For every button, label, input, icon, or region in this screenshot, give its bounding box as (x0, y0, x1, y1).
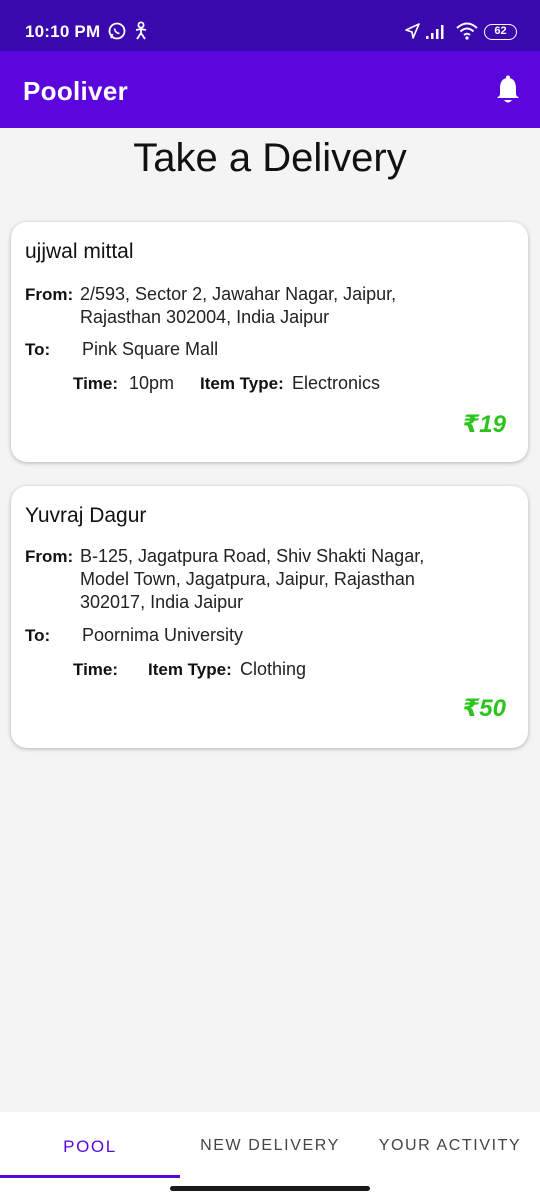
sender-name: Yuvraj Dagur (25, 504, 147, 527)
item-type-value: Electronics (292, 373, 381, 393)
sender-name: ujjwal mittal (25, 240, 134, 263)
tab-pool[interactable]: POOL (0, 1137, 180, 1157)
home-gesture-handle[interactable] (170, 1186, 370, 1191)
to-label: To: (25, 626, 51, 645)
wifi-icon (455, 20, 479, 42)
price: ₹50 (462, 695, 506, 722)
delivery-card[interactable]: ujjwal mittal From: 2/593, Sector 2, Jaw… (11, 222, 528, 462)
from-address-line: 2/593, Sector 2, Jawahar Nagar, Jaipur, (80, 284, 397, 304)
time-value: 10pm (129, 373, 175, 393)
item-type-value: Clothing (240, 659, 307, 679)
from-address-line: B-125, Jagatpura Road, Shiv Shakti Nagar… (80, 546, 425, 566)
accessibility-icon (133, 20, 149, 42)
from-address-line: 302017, India Jaipur (80, 592, 244, 612)
item-type-label: Item Type: (148, 660, 232, 679)
app-bar: Pooliver (0, 51, 540, 128)
battery-indicator: 62 (484, 24, 517, 40)
location-icon (404, 20, 420, 42)
time-label: Time: (73, 374, 119, 393)
page-title: Take a Delivery (133, 136, 407, 180)
bell-icon[interactable] (494, 75, 522, 105)
from-address-line: Model Town, Jagatpura, Jaipur, Rajasthan (80, 569, 415, 589)
from-label: From: (25, 285, 74, 304)
from-address-line: Rajasthan 302004, India Jaipur (80, 307, 330, 327)
signal-icon (425, 20, 447, 42)
to-label: To: (25, 340, 51, 359)
status-time: 10:10 PM (25, 22, 101, 41)
to-destination: Poornima University (82, 625, 244, 645)
whatsapp-icon (107, 20, 127, 42)
item-type-label: Item Type: (200, 374, 284, 393)
active-tab-indicator (0, 1175, 180, 1178)
from-label: From: (25, 547, 74, 566)
time-label: Time: (73, 660, 119, 679)
delivery-card[interactable]: Yuvraj Dagur From: B-125, Jagatpura Road… (11, 486, 528, 748)
app-title: Pooliver (23, 76, 128, 106)
price: ₹19 (462, 411, 506, 438)
to-destination: Pink Square Mall (82, 339, 219, 359)
tab-new-delivery[interactable]: NEW DELIVERY (180, 1137, 360, 1155)
status-bar: 10:10 PM 62 (0, 0, 540, 51)
tab-your-activity[interactable]: YOUR ACTIVITY (360, 1137, 540, 1155)
